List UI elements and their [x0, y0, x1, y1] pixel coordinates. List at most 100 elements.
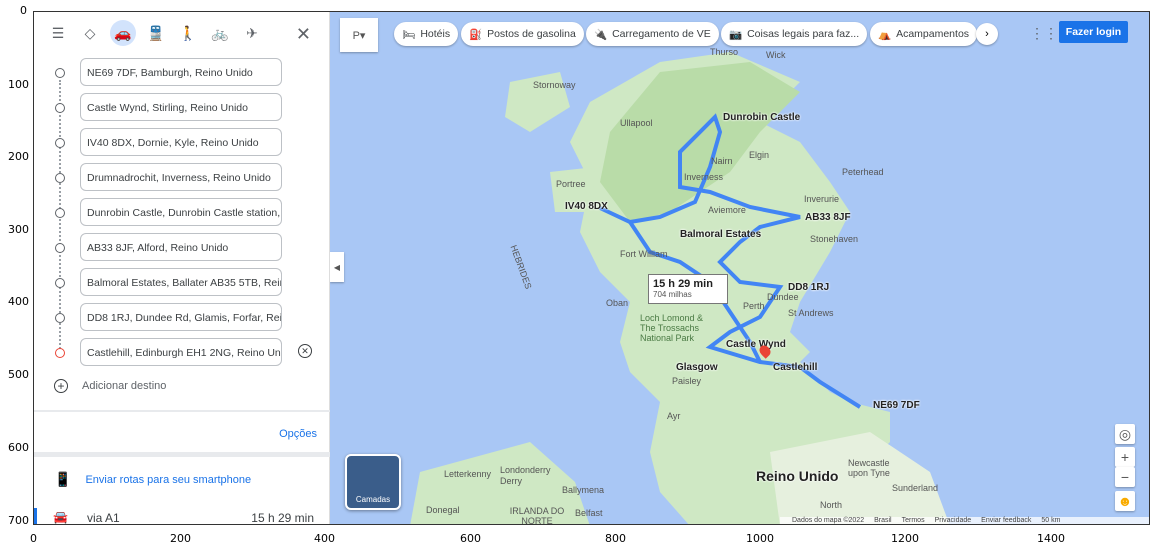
stop-dot: [55, 243, 65, 253]
stop-dot: [55, 173, 65, 183]
zoom-in-button[interactable]: +: [1115, 447, 1135, 467]
add-destination-button[interactable]: + Adicionar destino: [54, 379, 166, 393]
send-to-phone-button[interactable]: 📱 Enviar rotas para seu smartphone: [54, 471, 251, 488]
stop-input-9[interactable]: Castlehill, Edinburgh EH1 2NG, Reino Uni: [80, 338, 282, 366]
phone-icon: 📱: [54, 471, 72, 487]
zoom-out-button[interactable]: −: [1115, 467, 1135, 487]
label-paisley: Paisley: [672, 376, 702, 386]
x-tick-400: 400: [314, 532, 335, 545]
label-peterhead: Peterhead: [842, 167, 884, 177]
plus-icon: +: [54, 379, 68, 393]
footer-data: Dados do mapa ©2022: [792, 517, 865, 524]
remove-stop-icon[interactable]: ✕: [298, 344, 312, 358]
route-summary-time: 15 h 29 min: [653, 278, 713, 290]
cycling-icon[interactable]: 🚲: [208, 21, 232, 45]
label-ayr: Ayr: [667, 411, 681, 421]
camera-icon: 📷: [729, 28, 743, 41]
y-tick-0: 0: [20, 4, 27, 17]
y-tick-600: 600: [8, 441, 29, 454]
chip-camping[interactable]: ⛺ Acampamentos: [870, 22, 978, 46]
best-route-icon[interactable]: ◇: [78, 21, 102, 45]
fuel-icon: ⛽: [469, 28, 483, 41]
login-button[interactable]: Fazer login: [1059, 21, 1128, 43]
label-portree: Portree: [556, 179, 586, 189]
footer-terms[interactable]: Termos: [902, 517, 925, 524]
chip-label: Hotéis: [420, 28, 451, 40]
place-uk[interactable]: Reino Unido: [756, 468, 838, 484]
label-newcastle: Newcastle upon Tyne: [848, 458, 890, 478]
footer-privacy[interactable]: Privacidade: [935, 517, 972, 524]
stop-dot: [55, 138, 65, 148]
y-tick-700: 700: [8, 514, 29, 527]
car-icon[interactable]: 🚗: [110, 20, 136, 46]
layers-button[interactable]: Camadas: [345, 454, 401, 510]
chip-ev[interactable]: 🔌 Carregamento de VE: [586, 22, 719, 46]
transit-icon[interactable]: 🚆: [144, 21, 168, 45]
y-tick-100: 100: [8, 78, 29, 91]
ev-icon: 🔌: [594, 28, 608, 41]
label-aviemore: Aviemore: [708, 205, 746, 215]
route-summary-box[interactable]: 15 h 29 min 704 milhas: [648, 274, 728, 304]
label-elgin: Elgin: [749, 150, 770, 160]
label-northern-ireland: IRLANDA DO NORTE: [509, 506, 565, 525]
options-button[interactable]: Opções: [279, 428, 317, 440]
pegman-icon[interactable]: ☻: [1115, 491, 1135, 511]
chips-next-button[interactable]: ›: [976, 23, 998, 45]
stop-input-3[interactable]: IV40 8DX, Dornie, Kyle, Reino Unido: [80, 128, 282, 156]
place-balmoral[interactable]: Balmoral Estates: [680, 229, 761, 240]
place-iv40[interactable]: IV40 8DX: [565, 201, 608, 212]
label-ullapool: Ullapool: [620, 118, 653, 128]
label-derry: Derry: [500, 476, 522, 486]
x-tick-200: 200: [170, 532, 191, 545]
divider: [34, 410, 330, 412]
menu-icon[interactable]: ☰: [46, 21, 70, 45]
chip-things[interactable]: 📷 Coisas legais para faz...: [721, 22, 868, 46]
place-ab33[interactable]: AB33 8JF: [805, 212, 851, 223]
label-dundee: Dundee: [767, 292, 799, 302]
footer-country[interactable]: Brasil: [874, 517, 892, 524]
chip-gas[interactable]: ⛽ Postos de gasolina: [461, 22, 584, 46]
y-tick-200: 200: [8, 150, 29, 163]
place-ne69[interactable]: NE69 7DF: [873, 400, 920, 411]
walking-icon[interactable]: 🚶: [176, 21, 200, 45]
stop-input-5[interactable]: Dunrobin Castle, Dunrobin Castle station…: [80, 198, 282, 226]
route-time: 15 h 29 min: [251, 511, 314, 525]
place-castle-wynd[interactable]: Castle Wynd: [726, 339, 786, 350]
stop-input-7[interactable]: Balmoral Estates, Ballater AB35 5TB, Rei…: [80, 268, 282, 296]
stop-dot: [55, 278, 65, 288]
stop-dot: [55, 103, 65, 113]
flight-icon[interactable]: ✈: [240, 21, 264, 45]
label-ballymena: Ballymena: [562, 485, 605, 495]
close-icon[interactable]: ✕: [296, 24, 311, 45]
stop-input-6[interactable]: AB33 8JF, Alford, Reino Unido: [80, 233, 282, 261]
stop-input-8[interactable]: DD8 1RJ, Dundee Rd, Glamis, Forfar, Rein: [80, 303, 282, 331]
label-oban: Oban: [606, 298, 629, 308]
add-destination-label: Adicionar destino: [82, 380, 167, 392]
label-fort-william: Fort William: [620, 249, 668, 259]
x-tick-1200: 1200: [891, 532, 919, 545]
figure-frame: 0 200 400 600 800 1000 1200 1400 0 100 2…: [0, 0, 1156, 549]
place-castlehill[interactable]: Castlehill: [773, 362, 817, 373]
stop-input-1[interactable]: NE69 7DF, Bamburgh, Reino Unido: [80, 58, 282, 86]
x-tick-1400: 1400: [1037, 532, 1065, 545]
collapse-panel-button[interactable]: ◀: [330, 252, 344, 282]
chip-hotels[interactable]: 🛏 Hotéis: [394, 22, 459, 46]
send-to-phone-label: Enviar rotas para seu smartphone: [85, 473, 252, 486]
route-option[interactable]: 🚘 via A1 15 h 29 min: [34, 508, 330, 525]
label-st-andrews: St Andrews: [788, 308, 834, 318]
stop-input-4[interactable]: Drumnadrochit, Inverness, Reino Unido: [80, 163, 282, 191]
my-location-button[interactable]: ◎: [1115, 424, 1135, 444]
stop-dot: [55, 208, 65, 218]
place-glasgow[interactable]: Glasgow: [676, 362, 718, 373]
footer-feedback[interactable]: Enviar feedback: [981, 517, 1031, 524]
x-tick-800: 800: [605, 532, 626, 545]
map-canvas[interactable]: ◀ P▾ 🛏 Hotéis ⛽ Postos de gasolina 🔌 Carreg…: [330, 12, 1149, 525]
parking-button[interactable]: P▾: [340, 18, 378, 52]
x-tick-0: 0: [30, 532, 37, 545]
label-stornoway: Stornoway: [533, 80, 576, 90]
maps-screenshot: ☰ ◇ 🚗 🚆 🚶 🚲 ✈ ✕ NE69 7DF, Bamburgh, Rein…: [33, 11, 1150, 525]
stop-input-2[interactable]: Castle Wynd, Stirling, Reino Unido: [80, 93, 282, 121]
place-dunrobin[interactable]: Dunrobin Castle: [723, 112, 800, 123]
chip-label: Coisas legais para faz...: [747, 28, 860, 40]
apps-grid-icon[interactable]: ⋮⋮: [1030, 25, 1058, 42]
